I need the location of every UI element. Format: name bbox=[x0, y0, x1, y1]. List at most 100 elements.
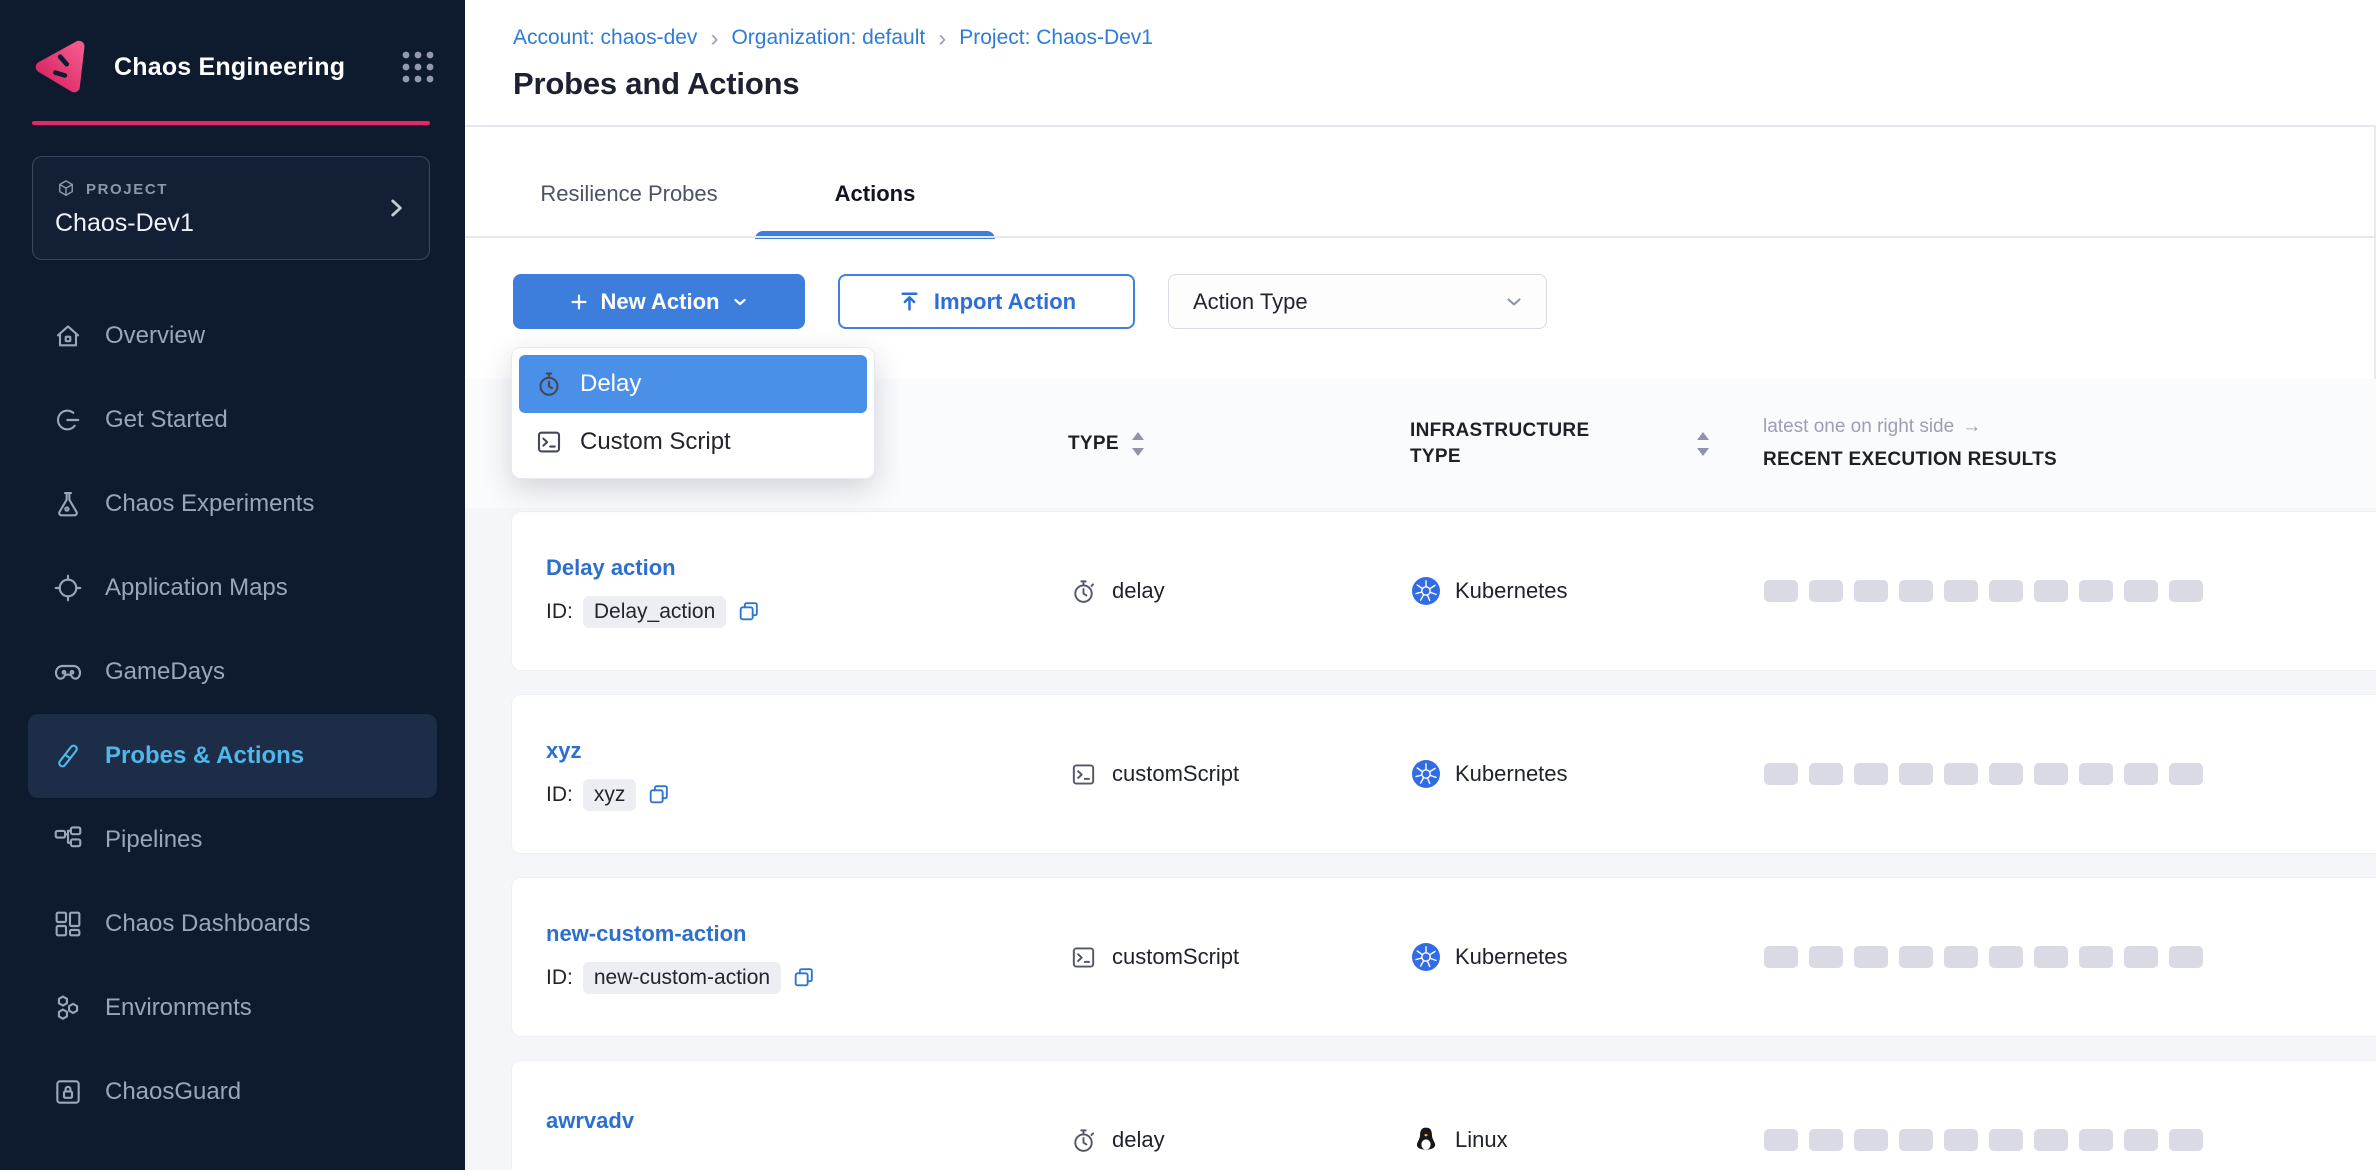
chevron-down-icon bbox=[1502, 290, 1526, 314]
result-placeholder bbox=[1809, 1129, 1843, 1151]
sidebar-item-pipelines[interactable]: Pipelines bbox=[28, 798, 437, 882]
tabs: Resilience Probes Actions bbox=[513, 150, 995, 237]
kubernetes-icon bbox=[1411, 942, 1441, 972]
action-name-link[interactable]: awrvadv bbox=[546, 1108, 634, 1134]
action-row[interactable]: new-custom-action ID: new-custom-action … bbox=[511, 877, 2376, 1037]
action-row[interactable]: awrvadv ID: delay bbox=[511, 1060, 2376, 1170]
action-id: xyz bbox=[583, 779, 637, 811]
breadcrumb-project[interactable]: Project: Chaos-Dev1 bbox=[959, 26, 1153, 50]
sidebar-item-chaos-experiments[interactable]: Chaos Experiments bbox=[28, 462, 437, 546]
import-action-button[interactable]: Import Action bbox=[838, 274, 1135, 329]
result-placeholder bbox=[2034, 763, 2068, 785]
result-placeholder bbox=[1944, 1129, 1978, 1151]
column-header-infrastructure-type: INFRASTRUCTURE TYPE bbox=[1410, 418, 1620, 470]
tab-resilience-probes[interactable]: Resilience Probes bbox=[513, 150, 745, 237]
result-placeholder bbox=[1854, 763, 1888, 785]
copy-icon[interactable] bbox=[791, 965, 816, 990]
result-placeholder bbox=[1764, 1129, 1798, 1151]
copy-icon[interactable] bbox=[646, 782, 671, 807]
recent-execution-results bbox=[1764, 763, 2376, 785]
page-title: Probes and Actions bbox=[513, 66, 799, 102]
test-tube-icon bbox=[52, 740, 84, 772]
result-placeholder bbox=[1899, 946, 1933, 968]
result-placeholder bbox=[1989, 763, 2023, 785]
header-divider bbox=[465, 125, 2376, 127]
result-placeholder bbox=[2079, 1129, 2113, 1151]
brand-accent-divider bbox=[32, 121, 430, 125]
breadcrumb-organization[interactable]: Organization: default bbox=[731, 26, 925, 50]
stopwatch-icon bbox=[1069, 1126, 1098, 1155]
result-placeholder bbox=[1809, 580, 1843, 602]
result-placeholder bbox=[2034, 1129, 2068, 1151]
result-placeholder bbox=[2079, 580, 2113, 602]
sidebar-item-chaos-dashboards[interactable]: Chaos Dashboards bbox=[28, 882, 437, 966]
result-placeholder bbox=[1764, 946, 1798, 968]
lock-icon bbox=[52, 1076, 84, 1108]
sort-icon[interactable] bbox=[1696, 431, 1710, 457]
result-placeholder bbox=[1899, 1129, 1933, 1151]
result-placeholder bbox=[1944, 763, 1978, 785]
result-placeholder bbox=[2034, 580, 2068, 602]
sidebar-item-get-started[interactable]: Get Started bbox=[28, 378, 437, 462]
result-placeholder bbox=[1854, 580, 1888, 602]
brand-row: Chaos Engineering bbox=[32, 36, 435, 98]
result-placeholder bbox=[1764, 580, 1798, 602]
action-name-link[interactable]: Delay action bbox=[546, 555, 676, 581]
result-placeholder bbox=[2079, 946, 2113, 968]
result-placeholder bbox=[2169, 1129, 2203, 1151]
action-id: Delay_action bbox=[583, 596, 726, 628]
stopwatch-icon bbox=[1069, 577, 1098, 606]
result-placeholder bbox=[2079, 763, 2113, 785]
project-selector[interactable]: PROJECT Chaos-Dev1 bbox=[32, 156, 430, 260]
result-placeholder bbox=[1764, 763, 1798, 785]
sidebar-item-probes-actions[interactable]: Probes & Actions bbox=[28, 714, 437, 798]
result-placeholder bbox=[1809, 763, 1843, 785]
recent-execution-results bbox=[1764, 580, 2376, 602]
brand-title: Chaos Engineering bbox=[114, 53, 401, 82]
sidebar-nav: Overview Get Started Chaos Experiments A… bbox=[0, 294, 465, 1134]
recent-execution-results bbox=[1764, 946, 2376, 968]
action-type-select[interactable]: Action Type bbox=[1168, 274, 1547, 329]
kubernetes-icon bbox=[1411, 576, 1441, 606]
sidebar-item-gamedays[interactable]: GameDays bbox=[28, 630, 437, 714]
tab-actions[interactable]: Actions bbox=[755, 150, 995, 237]
sidebar-item-chaosguard[interactable]: ChaosGuard bbox=[28, 1050, 437, 1134]
toolbar: New Action Import Action Action Type bbox=[513, 274, 1547, 329]
result-placeholder bbox=[2124, 580, 2158, 602]
action-row[interactable]: xyz ID: xyz customScript bbox=[511, 694, 2376, 854]
action-name-link[interactable]: xyz bbox=[546, 738, 581, 764]
sidebar-item-overview[interactable]: Overview bbox=[28, 294, 437, 378]
home-icon bbox=[52, 320, 84, 352]
flask-icon bbox=[52, 488, 84, 520]
menu-item-custom-script[interactable]: Custom Script bbox=[519, 413, 867, 471]
new-action-menu: Delay Custom Script bbox=[511, 347, 875, 479]
app-root: Chaos Engineering PROJECT Chaos-Dev1 bbox=[0, 0, 2376, 1170]
result-placeholder bbox=[1989, 946, 2023, 968]
chevron-right-icon bbox=[383, 195, 409, 221]
result-placeholder bbox=[2034, 946, 2068, 968]
result-placeholder bbox=[1854, 946, 1888, 968]
column-header-recent-execution-results: RECENT EXECUTION RESULTS bbox=[1763, 449, 2057, 471]
results-note: latest one on right side → bbox=[1763, 416, 2057, 438]
apps-grid-icon[interactable] bbox=[401, 50, 435, 84]
pipeline-icon bbox=[52, 824, 84, 856]
sidebar-item-environments[interactable]: Environments bbox=[28, 966, 437, 1050]
result-placeholder bbox=[1809, 946, 1843, 968]
hexagons-icon bbox=[52, 992, 84, 1024]
target-icon bbox=[52, 572, 84, 604]
new-action-button[interactable]: New Action bbox=[513, 274, 805, 329]
result-placeholder bbox=[1944, 946, 1978, 968]
copy-icon[interactable] bbox=[736, 599, 761, 624]
breadcrumb-account[interactable]: Account: chaos-dev bbox=[513, 26, 697, 50]
kubernetes-icon bbox=[1411, 759, 1441, 789]
menu-item-delay[interactable]: Delay bbox=[519, 355, 867, 413]
result-placeholder bbox=[1944, 580, 1978, 602]
sort-icon[interactable] bbox=[1131, 431, 1145, 457]
result-placeholder bbox=[2169, 763, 2203, 785]
chaos-engineering-logo-icon bbox=[32, 37, 92, 97]
action-row[interactable]: Delay action ID: Delay_action delay bbox=[511, 511, 2376, 671]
sidebar-item-application-maps[interactable]: Application Maps bbox=[28, 546, 437, 630]
action-name-link[interactable]: new-custom-action bbox=[546, 921, 746, 947]
terminal-icon bbox=[1069, 760, 1098, 789]
terminal-icon bbox=[534, 427, 564, 457]
